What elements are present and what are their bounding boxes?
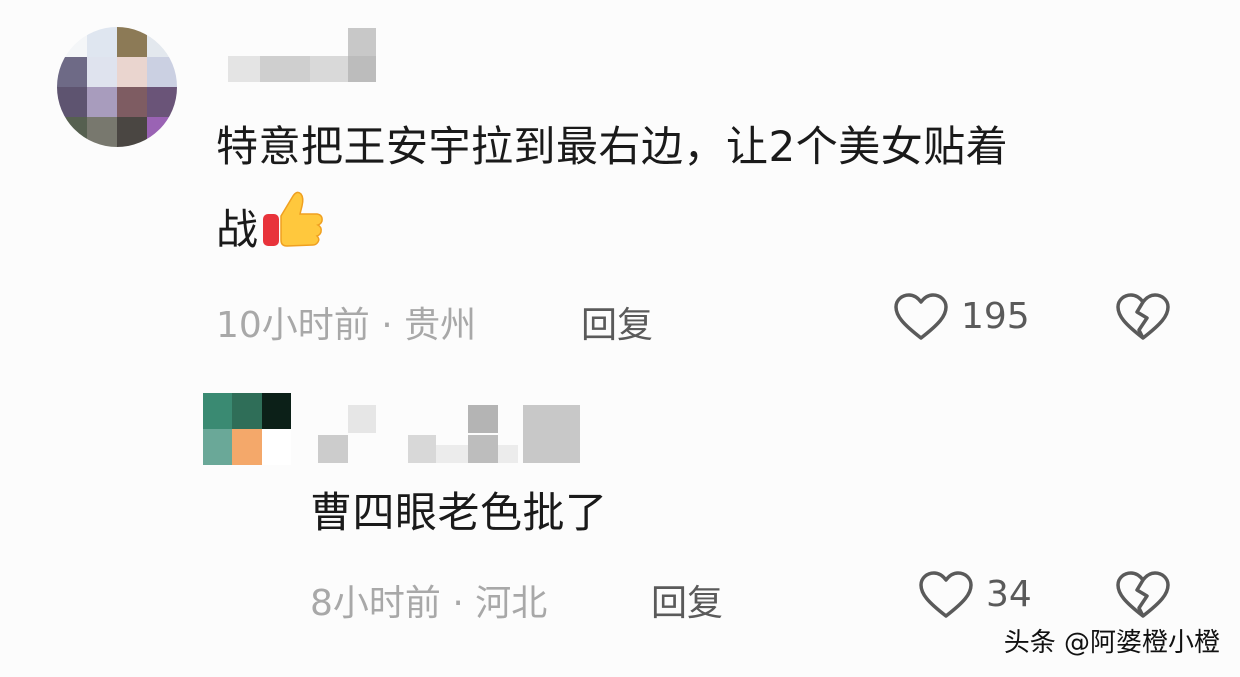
like-count-2: 34 <box>986 574 1032 615</box>
broken-heart-icon[interactable] <box>1115 292 1171 342</box>
comment-time-location: 10小时前 · 贵州 <box>216 305 477 346</box>
reply-time-location: 8小时前 · 河北 <box>310 583 548 624</box>
comment-text-line-1: 特意把王安宇拉到最右边，让2个美女贴着 <box>216 122 1009 171</box>
heart-icon[interactable] <box>918 570 974 620</box>
replier-username-blurred[interactable] <box>318 405 583 465</box>
heart-icon[interactable] <box>893 292 949 342</box>
like-count: 195 <box>961 296 1030 337</box>
reply-button-2[interactable]: 回复 <box>651 574 723 626</box>
broken-heart-icon[interactable] <box>1115 570 1171 620</box>
reply-button[interactable]: 回复 <box>581 296 653 348</box>
watermark: 头条 @阿婆橙小橙 <box>1003 628 1220 658</box>
comment-text: 特意把王安宇拉到最右边，让2个美女贴着 战 <box>216 114 1216 269</box>
reply-text: 曹四眼老色批了 <box>310 488 608 537</box>
comment-text-line-2: 战 <box>216 188 1216 269</box>
thumbs-up-icon <box>261 188 325 269</box>
commenter-avatar[interactable] <box>57 27 177 147</box>
replier-avatar[interactable] <box>203 393 291 465</box>
commenter-username-blurred[interactable] <box>228 28 378 84</box>
